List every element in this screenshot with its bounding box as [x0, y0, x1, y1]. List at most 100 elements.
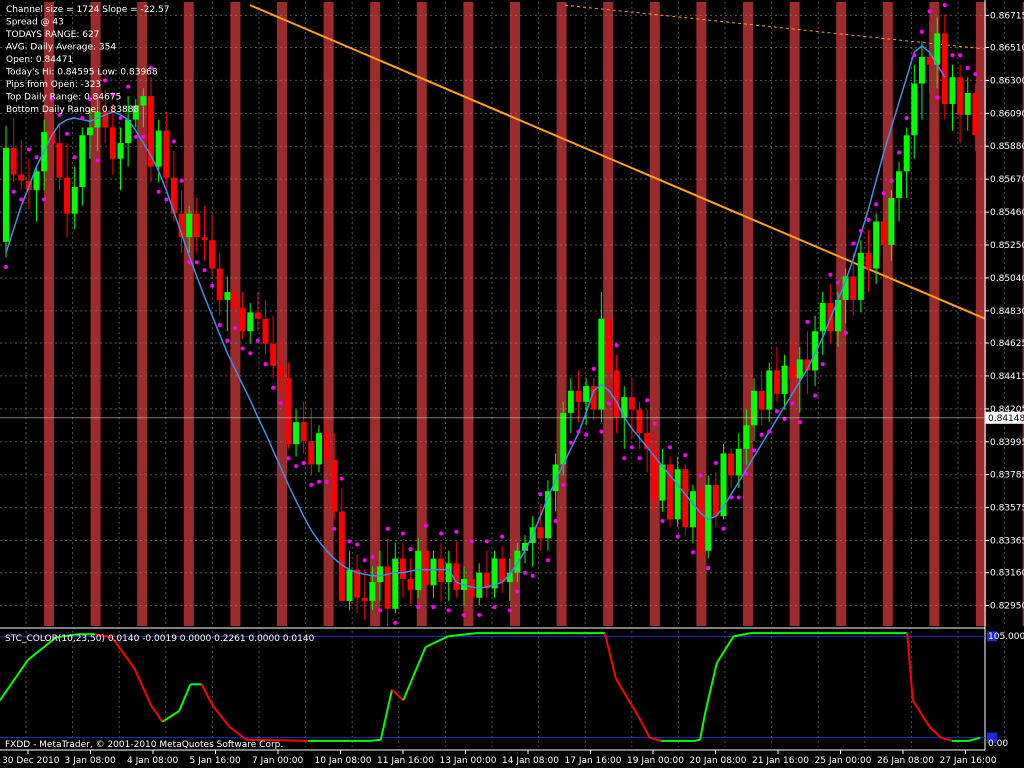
sar-dot	[713, 460, 718, 465]
indicator-bottom-label: 0.00	[988, 739, 1008, 749]
price-bar	[308, 440, 315, 465]
price-bar	[315, 433, 322, 465]
sar-dot	[767, 429, 772, 434]
sar-dot	[461, 613, 466, 618]
price-bar	[399, 558, 406, 579]
price-bar	[567, 390, 574, 413]
sar-dot	[492, 605, 497, 610]
sar-dot	[26, 147, 31, 152]
sar-dot	[553, 518, 558, 523]
time-tick-label: 11 Jan 16:00	[377, 756, 434, 766]
sar-dot	[660, 518, 665, 523]
sar-dot	[156, 189, 161, 194]
sar-dot	[721, 526, 726, 531]
sar-dot	[362, 558, 367, 563]
sar-dot	[912, 53, 917, 58]
sar-dot	[11, 189, 16, 194]
session-band	[137, 2, 148, 626]
session-band	[603, 2, 614, 626]
sar-dot	[858, 228, 863, 233]
price-bar	[117, 143, 124, 159]
price-bar	[163, 130, 170, 178]
session-band	[416, 2, 427, 626]
time-tick-label: 26 Jan 08:00	[877, 756, 934, 766]
price-bar	[857, 252, 864, 300]
session-band	[882, 2, 893, 626]
price-bar	[186, 213, 193, 238]
price-bar	[957, 77, 964, 115]
price-bar	[361, 597, 368, 601]
price-bar	[468, 578, 475, 598]
price-bar	[552, 464, 559, 492]
price-bar	[338, 511, 345, 601]
time-tick-label: 19 Jan 00:00	[627, 756, 684, 766]
sar-dot	[614, 343, 619, 348]
sar-dot	[637, 456, 642, 461]
price-bar	[728, 453, 735, 476]
time-tick-label: 14 Jan 08:00	[502, 756, 559, 766]
time-tick-label: 17 Jan 16:00	[565, 756, 622, 766]
price-bar	[697, 491, 704, 551]
price-bar	[560, 412, 567, 465]
sar-dot	[232, 326, 237, 331]
session-band	[463, 2, 474, 626]
price-tick-label: 0.85460	[990, 208, 1024, 218]
sar-dot	[881, 191, 886, 196]
sar-dot	[874, 202, 879, 207]
price-bar	[140, 96, 147, 106]
sar-dot	[164, 197, 169, 202]
price-bar	[293, 422, 300, 445]
time-tick-label: 25 Jan 00:00	[815, 756, 872, 766]
price-bar	[880, 221, 887, 246]
price-bar	[751, 390, 758, 426]
time-tick-label: 4 Jan 08:00	[127, 756, 179, 766]
info-line: Channel size = 1724 Slope = -22.57	[6, 5, 170, 15]
sar-dot	[408, 547, 413, 552]
price-bar	[918, 56, 925, 84]
sar-dot	[332, 526, 337, 531]
price-bar	[766, 370, 773, 410]
sar-dot	[523, 570, 528, 575]
info-line: Top Daily Range: 0.84675	[5, 93, 121, 103]
sar-dot	[34, 155, 39, 160]
sar-dot	[950, 53, 955, 58]
price-bar	[972, 92, 979, 136]
sar-dot	[866, 217, 871, 222]
price-bar	[758, 390, 765, 410]
sar-dot	[561, 482, 566, 487]
price-bar	[689, 491, 696, 528]
price-bar	[346, 569, 353, 601]
price-bar	[262, 318, 269, 344]
sar-dot	[919, 29, 924, 34]
sar-dot	[545, 558, 550, 563]
indicator-line	[694, 738, 701, 742]
session-band	[929, 2, 940, 626]
price-bar	[109, 127, 116, 159]
sar-dot	[530, 573, 535, 578]
price-bar	[384, 566, 391, 609]
sar-dot	[370, 555, 375, 560]
price-bar	[285, 378, 292, 445]
session-band	[323, 2, 334, 626]
price-bar	[773, 370, 780, 394]
sar-dot	[439, 531, 444, 536]
sar-dot	[820, 362, 825, 367]
price-bar	[628, 397, 635, 410]
sar-dot	[255, 338, 260, 343]
sar-dot	[599, 429, 604, 434]
price-bar	[896, 171, 903, 198]
copyright-footer: FXDD - MetaTrader, © 2001-2010 MetaQuote…	[5, 740, 283, 750]
info-line: Spread @ 43	[6, 18, 64, 28]
price-bar	[812, 331, 819, 371]
sar-dot	[194, 260, 199, 265]
price-bar	[231, 292, 238, 308]
sar-dot	[179, 178, 184, 183]
sar-dot	[324, 479, 329, 484]
sar-dot	[652, 421, 657, 426]
time-tick-label: 7 Jan 00:00	[252, 756, 304, 766]
time-tick-label: 3 Jan 08:00	[65, 756, 117, 766]
sar-dot	[835, 280, 840, 285]
price-bar	[583, 386, 590, 402]
sar-dot	[744, 471, 749, 476]
price-tick-label: 0.85670	[990, 175, 1024, 185]
